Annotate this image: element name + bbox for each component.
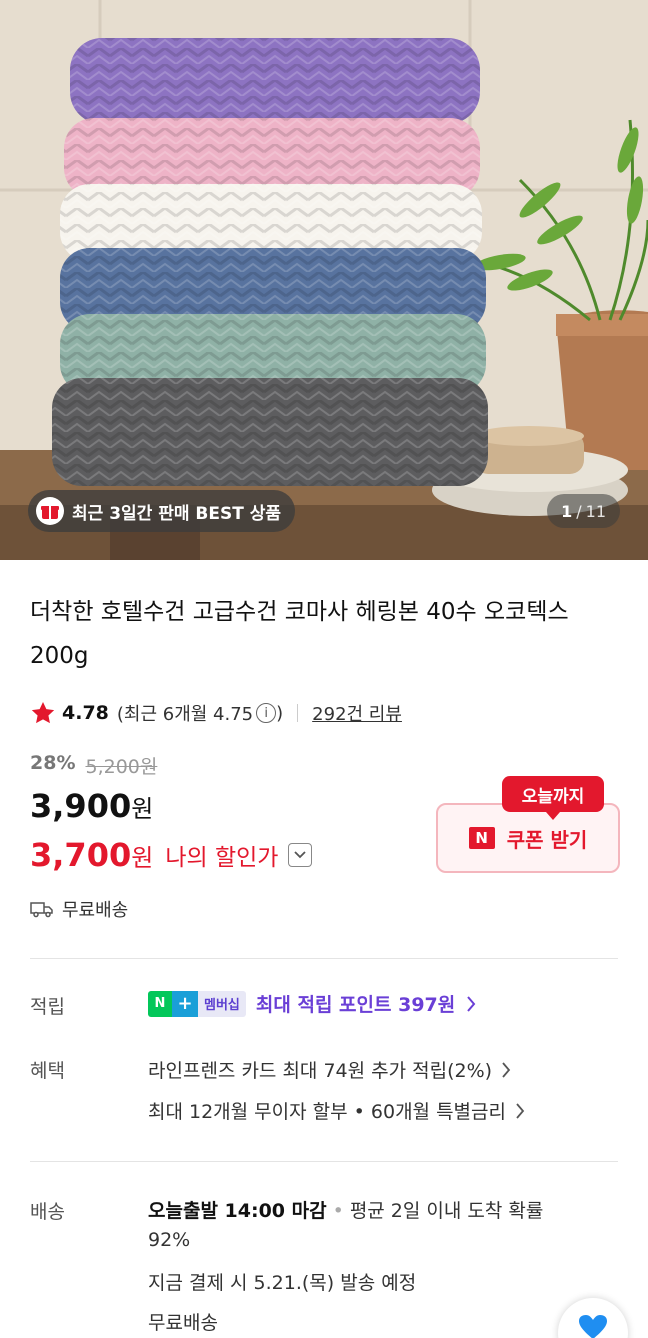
chevron-right-icon bbox=[467, 995, 476, 1012]
truck-icon bbox=[30, 902, 53, 918]
image-counter-current: 1 bbox=[561, 501, 573, 521]
membership-badge: 멤버십 bbox=[198, 990, 246, 1017]
info-icon[interactable]: i bbox=[256, 703, 277, 723]
coupon-button-label: 쿠폰 받기 bbox=[506, 827, 588, 852]
product-image-gallery[interactable]: 최근 3일간 판매 BEST 상품 1 / 11 bbox=[0, 0, 648, 560]
review-count-link[interactable]: 292건 리뷰 bbox=[312, 700, 402, 726]
coupon-area: N 쿠폰 받기 오늘까지 bbox=[436, 776, 620, 874]
delivery-fee: 무료배송 bbox=[148, 1312, 218, 1334]
benefit-text: 최대 12개월 무이자 할부 • 60개월 특별금리 bbox=[148, 1101, 506, 1123]
section-divider bbox=[30, 1161, 618, 1162]
product-title: 더착한 호텔수건 고급수건 코마사 헤링본 40수 오코텍스 200g bbox=[30, 599, 569, 669]
delivery-label: 배송 bbox=[30, 1201, 65, 1223]
points-label: 적립 bbox=[30, 996, 65, 1018]
image-counter-separator: / bbox=[576, 501, 582, 521]
coupon-download-button[interactable]: N 쿠폰 받기 bbox=[436, 803, 620, 873]
image-counter: 1 / 11 bbox=[547, 494, 620, 528]
dispatch-deadline: 오늘출발 14:00 마감 bbox=[148, 1200, 327, 1222]
sale-price-unit: 원 bbox=[131, 795, 154, 823]
benefit-installment[interactable]: 최대 12개월 무이자 할부 • 60개월 특별금리 bbox=[148, 1097, 526, 1124]
sale-price-amount: 3,900 bbox=[30, 787, 132, 825]
points-row[interactable]: N + 멤버십 최대 적립 포인트 397원 bbox=[148, 990, 477, 1017]
recent-rating-close: ) bbox=[276, 702, 284, 724]
naver-n-icon: N bbox=[468, 827, 495, 849]
my-price-amount: 3,700 bbox=[30, 836, 132, 874]
discount-percent: 28% bbox=[30, 752, 76, 774]
divider bbox=[297, 704, 299, 722]
coupon-deadline-tag: 오늘까지 bbox=[502, 776, 604, 820]
rating-value: 4.78 bbox=[62, 702, 109, 724]
arrival-probability: 평균 2일 이내 도착 확률 bbox=[349, 1200, 544, 1222]
original-price: 5,200원 bbox=[85, 756, 158, 778]
benefits-label: 혜택 bbox=[30, 1060, 65, 1082]
benefit-text: 라인프렌즈 카드 최대 74원 추가 적립(2%) bbox=[148, 1060, 493, 1082]
naver-n-badge: N bbox=[148, 990, 172, 1017]
heart-icon bbox=[579, 1315, 607, 1338]
plus-badge: + bbox=[172, 990, 198, 1017]
separator-dot: • bbox=[332, 1200, 344, 1222]
rating-row: 4.78 (최근 6개월 4.75 i ) 292건 리뷰 bbox=[30, 697, 402, 729]
sale-price: 3,900원 bbox=[30, 787, 153, 825]
image-counter-total: 11 bbox=[585, 501, 606, 521]
delivery-dispatch-line: 오늘출발 14:00 마감 • 평균 2일 이내 도착 확률 bbox=[148, 1196, 543, 1223]
my-price-unit: 원 bbox=[131, 843, 154, 872]
floating-action-button[interactable] bbox=[558, 1298, 628, 1338]
discount-row: 28% 5,200원 bbox=[30, 752, 157, 779]
chevron-down-icon[interactable] bbox=[288, 843, 313, 867]
arrival-probability-value: 92% bbox=[148, 1229, 191, 1251]
chevron-right-icon bbox=[502, 1061, 511, 1078]
dispatch-schedule: 지금 결제 시 5.21.(목) 발송 예정 bbox=[148, 1272, 417, 1294]
naver-plus-membership-badge: N + 멤버십 bbox=[148, 990, 246, 1017]
shipping-row: 무료배송 bbox=[30, 896, 128, 922]
recent-rating: (최근 6개월 4.75 bbox=[116, 704, 254, 725]
gift-icon bbox=[36, 497, 64, 525]
max-points-text: 최대 적립 포인트 397원 bbox=[255, 994, 456, 1016]
my-price-label: 나의 할인가 bbox=[165, 845, 279, 871]
chevron-right-icon bbox=[516, 1102, 525, 1119]
star-icon bbox=[31, 701, 55, 724]
section-divider bbox=[30, 958, 618, 959]
my-discount-price[interactable]: 3,700 원 나의 할인가 bbox=[30, 836, 313, 874]
best-seller-badge: 최근 3일간 판매 BEST 상품 bbox=[28, 490, 296, 532]
best-seller-text: 최근 3일간 판매 BEST 상품 bbox=[72, 503, 282, 524]
towel-stack-photo bbox=[0, 0, 648, 560]
benefit-card-points[interactable]: 라인프렌즈 카드 최대 74원 추가 적립(2%) bbox=[148, 1056, 512, 1083]
shipping-text: 무료배송 bbox=[62, 900, 129, 921]
